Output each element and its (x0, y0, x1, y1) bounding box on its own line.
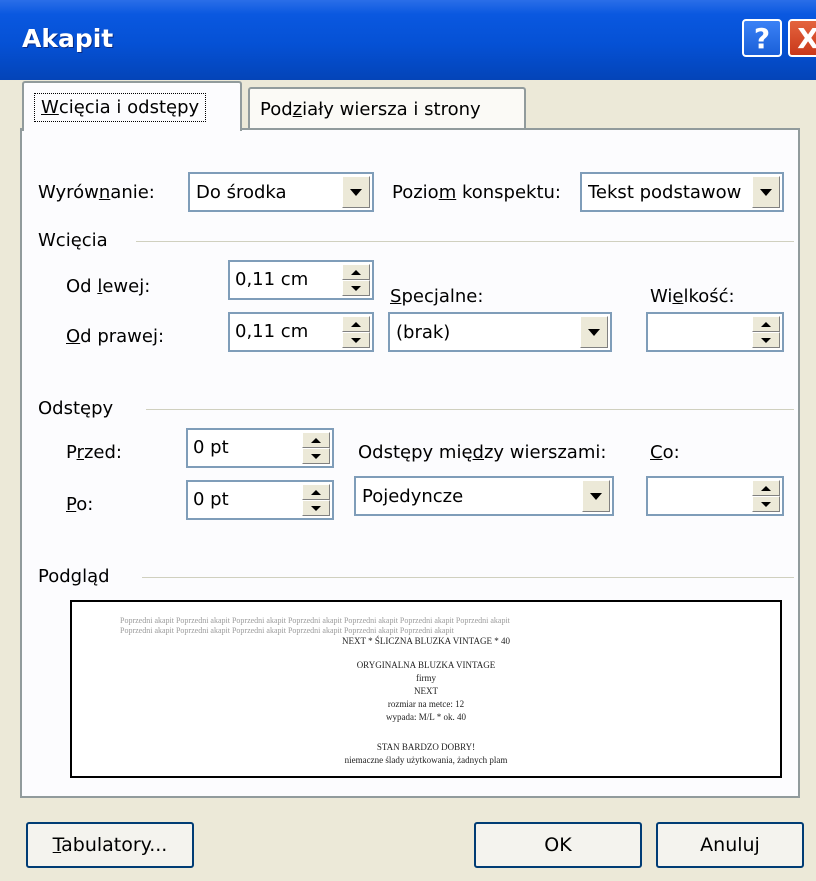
preview-line: wypada: M/L * ok. 40 (386, 712, 466, 722)
close-button[interactable]: X (788, 19, 816, 57)
spin-up-icon[interactable] (752, 316, 780, 332)
alignment-select[interactable]: Do środka (188, 172, 374, 212)
tab-line-page-breaks-label: Podziały wiersza i strony (260, 98, 481, 120)
right-indent-value: 0,11 cm (235, 321, 309, 342)
by-label: Wielkość: (650, 286, 735, 307)
paragraph-dialog: Akapit ? X Wcięcia i odstępy Podziały wi… (0, 0, 816, 881)
spin-down-icon[interactable] (752, 496, 780, 512)
outline-level-value: Tekst podstawow (588, 182, 742, 203)
left-indent-label: Od lewej: (66, 276, 151, 297)
window-title: Akapit (22, 24, 114, 53)
left-indent-value: 0,11 cm (235, 269, 309, 290)
preview-line: ORYGINALNA BLUZKA VINTAGE (356, 660, 496, 670)
tabs-button[interactable]: Tabulatory... (26, 822, 194, 868)
by-spinner[interactable] (646, 312, 784, 352)
close-icon: X (797, 21, 816, 55)
ok-button[interactable]: OK (474, 822, 642, 868)
alignment-label: Wyrównanie: (38, 182, 155, 203)
chevron-down-icon[interactable] (582, 480, 610, 512)
help-icon: ? (753, 21, 771, 55)
spacing-group-label: Odstępy (38, 398, 114, 419)
preview-line: rozmiar na metce: 12 (387, 699, 465, 709)
help-button[interactable]: ? (742, 19, 782, 57)
spin-down-icon[interactable] (342, 280, 370, 296)
special-indent-value: (brak) (396, 322, 451, 343)
preview-line: niemaczne ślady użytkowania, żadnych pla… (344, 755, 508, 765)
outline-level-label: Poziom konspektu: (392, 182, 561, 203)
alignment-value: Do środka (196, 182, 287, 203)
line-spacing-at-label: Co: (650, 442, 680, 463)
tabs-button-label: Tabulatory... (52, 834, 168, 856)
right-indent-label: Od prawej: (66, 326, 165, 347)
spacing-after-spinner[interactable]: 0 pt (186, 480, 334, 520)
line-spacing-value: Pojedyncze (362, 486, 464, 507)
outline-level-select[interactable]: Tekst podstawow (580, 172, 784, 212)
preview-line: firmy (416, 673, 436, 683)
spin-up-icon[interactable] (342, 316, 370, 332)
tab-indents-spacing[interactable]: Wcięcia i odstępy (22, 81, 242, 131)
chevron-down-icon[interactable] (752, 176, 780, 208)
chevron-down-icon[interactable] (580, 316, 608, 348)
spacing-before-spinner[interactable]: 0 pt (186, 428, 334, 468)
title-bar: Akapit ? X (0, 0, 816, 80)
preview-line: STAN BARDZO DOBRY! (376, 742, 476, 752)
line-spacing-at-spinner[interactable] (646, 476, 784, 516)
spin-down-icon[interactable] (752, 332, 780, 348)
indentation-group-divider (136, 241, 794, 242)
special-indent-label: Specjalne: (390, 286, 484, 307)
spin-up-icon[interactable] (302, 432, 330, 448)
tab-line-page-breaks[interactable]: Podziały wiersza i strony (248, 87, 526, 129)
spin-down-icon[interactable] (302, 500, 330, 516)
spacing-after-value: 0 pt (193, 489, 229, 510)
spin-down-icon[interactable] (342, 332, 370, 348)
preview-group-label: Podgląd (38, 566, 110, 587)
preview-previous-paragraph: Poprzedni akapit Poprzedni akapit Poprze… (120, 626, 454, 635)
tab-indents-spacing-label: Wcięcia i odstępy (34, 92, 207, 122)
ok-button-label: OK (544, 834, 572, 856)
right-indent-spinner[interactable]: 0,11 cm (228, 312, 374, 352)
line-spacing-label: Odstępy między wierszami: (358, 442, 607, 463)
preview-group-divider (142, 577, 794, 578)
spin-up-icon[interactable] (302, 484, 330, 500)
cancel-button-label: Anuluj (700, 834, 760, 856)
indentation-group-label: Wcięcia (38, 230, 108, 251)
preview-line: NEXT (414, 686, 438, 696)
left-indent-spinner[interactable]: 0,11 cm (228, 260, 374, 300)
chevron-down-icon[interactable] (342, 176, 370, 208)
cancel-button[interactable]: Anuluj (656, 822, 804, 868)
spacing-after-label: Po: (66, 494, 94, 515)
spin-up-icon[interactable] (752, 480, 780, 496)
preview-previous-paragraph: Poprzedni akapit Poprzedni akapit Poprze… (120, 616, 510, 625)
spacing-before-label: Przed: (66, 442, 122, 463)
special-indent-select[interactable]: (brak) (388, 312, 612, 352)
paragraph-preview: Poprzedni akapit Poprzedni akapit Poprze… (70, 600, 782, 778)
preview-line: NEXT * ŚLICZNA BLUZKA VINTAGE * 40 (342, 636, 510, 646)
spacing-group-divider (146, 409, 794, 410)
spin-up-icon[interactable] (342, 264, 370, 280)
spin-down-icon[interactable] (302, 448, 330, 464)
spacing-before-value: 0 pt (193, 437, 229, 458)
line-spacing-select[interactable]: Pojedyncze (354, 476, 614, 516)
